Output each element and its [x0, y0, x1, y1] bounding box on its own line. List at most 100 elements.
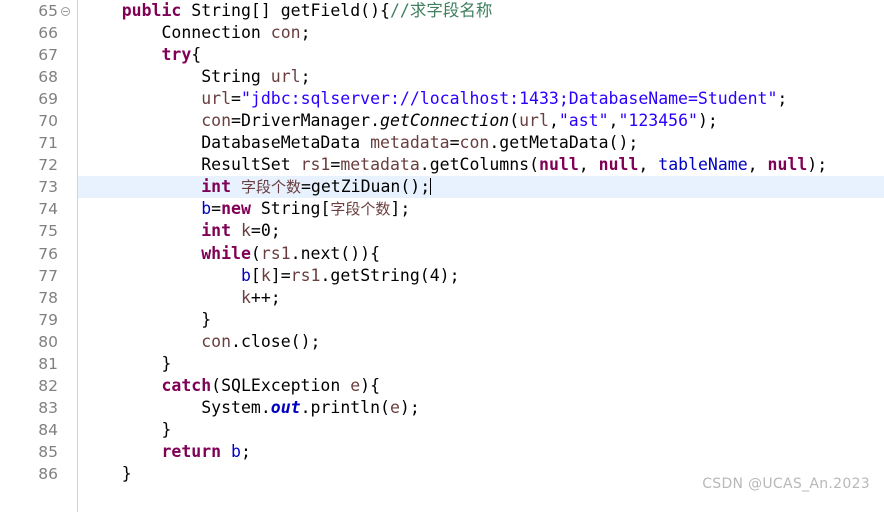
line-number: 85 [38, 442, 58, 461]
code-token: String [201, 67, 271, 87]
code-line[interactable]: return b; [78, 441, 884, 463]
code-line[interactable]: String url; [78, 66, 884, 88]
gutter-line-65[interactable]: 65 [0, 0, 77, 22]
gutter-line-85[interactable]: 85 [0, 441, 77, 463]
code-token: null [767, 155, 808, 175]
code-line[interactable]: while(rs1.next()){ [78, 243, 884, 265]
code-editor[interactable]: 65 66 67 68 69 70 71 72 73 74 75 76 77 78 79 80 81 82 83 84… [0, 0, 884, 512]
code-line[interactable]: public String[] getField(){//求字段名称 [78, 0, 884, 22]
code-token: } [201, 309, 212, 329]
gutter-line-83[interactable]: 83 [0, 397, 77, 419]
code-token: metadata [340, 155, 420, 175]
gutter-line-76[interactable]: 76 [0, 243, 77, 265]
code-line[interactable]: url="jdbc:sqlserver://localhost:1433;Dat… [78, 88, 884, 110]
line-number: 68 [38, 68, 58, 87]
gutter-line-75[interactable]: 75 [0, 220, 77, 242]
code-token: try [161, 45, 192, 65]
code-token: , [548, 111, 559, 131]
code-token: rs1 [290, 265, 321, 285]
gutter-line-69[interactable]: 69 [0, 88, 77, 110]
code-token: public [121, 1, 182, 20]
code-token: ; [300, 23, 311, 43]
gutter-line-74[interactable]: 74 [0, 198, 77, 220]
code-line[interactable]: con=DriverManager.getConnection(url,"ast… [78, 110, 884, 132]
code-line[interactable]: Connection con; [78, 22, 884, 44]
gutter-line-71[interactable]: 71 [0, 132, 77, 154]
code-token: System. [201, 397, 271, 417]
code-token: } [121, 463, 132, 483]
line-number: 74 [38, 200, 58, 219]
code-token: k [260, 265, 271, 285]
code-token: "jdbc:sqlserver://localhost:1433;Databas… [240, 89, 778, 109]
code-line[interactable]: catch(SQLException e){ [78, 375, 884, 397]
code-token: k [240, 287, 251, 307]
code-line[interactable]: } [78, 353, 884, 375]
line-number: 65 [38, 2, 58, 20]
line-number: 77 [38, 266, 58, 285]
code-line[interactable]: DatabaseMetaData metadata=con.getMetaDat… [78, 132, 884, 154]
code-token: rs1 [260, 243, 291, 263]
code-line[interactable]: int k=0; [78, 220, 884, 242]
line-number: 84 [38, 420, 58, 439]
gutter-line-70[interactable]: 70 [0, 110, 77, 132]
code-token: b [231, 441, 241, 461]
code-line[interactable]: } [78, 419, 884, 441]
code-token: = [231, 89, 241, 109]
gutter-line-81[interactable]: 81 [0, 353, 77, 375]
gutter-line-72[interactable]: 72 [0, 154, 77, 176]
code-token: , [638, 155, 659, 175]
code-line[interactable]: b[k]=rs1.getString(4); [78, 265, 884, 287]
code-line[interactable]: try{ [78, 44, 884, 66]
code-line[interactable]: k++; [78, 287, 884, 309]
code-line[interactable]: b=new String[字段个数]; [78, 198, 884, 220]
line-number: 67 [38, 46, 58, 65]
gutter-line-84[interactable]: 84 [0, 419, 77, 441]
line-number: 69 [38, 90, 58, 109]
gutter-line-80[interactable]: 80 [0, 331, 77, 353]
code-token: =getZiDuan(); [300, 177, 431, 197]
code-token: ++; [250, 287, 281, 307]
code-token: .println( [300, 397, 390, 417]
gutter-line-68[interactable]: 68 [0, 66, 77, 88]
code-token: = [449, 133, 460, 153]
gutter-line-66[interactable]: 66 [0, 22, 77, 44]
gutter-line-86[interactable]: 86 [0, 463, 77, 485]
code-line[interactable]: System.out.println(e); [78, 397, 884, 419]
code-line[interactable]: con.close(); [78, 331, 884, 353]
collapse-fold-icon[interactable] [60, 5, 73, 18]
gutter-line-79[interactable]: 79 [0, 309, 77, 331]
code-token: null [539, 155, 579, 175]
gutter-line-67[interactable]: 67 [0, 44, 77, 66]
code-token: con [201, 111, 232, 131]
code-text-area[interactable]: public String[] getField(){//求字段名称 Conne… [78, 0, 884, 512]
code-token: tableName [658, 155, 748, 175]
gutter-line-78[interactable]: 78 [0, 287, 77, 309]
gutter-line-82[interactable]: 82 [0, 375, 77, 397]
gutter-line-73[interactable]: 73 [0, 176, 77, 198]
code-line-current[interactable]: int 字段个数=getZiDuan(); [78, 176, 884, 199]
csdn-watermark: CSDN @UCAS_An.2023 [702, 476, 870, 492]
line-number-gutter[interactable]: 65 66 67 68 69 70 71 72 73 74 75 76 77 78 79 80 81 82 83 84… [0, 0, 78, 512]
gutter-line-77[interactable]: 77 [0, 265, 77, 287]
code-token: null [598, 155, 639, 175]
code-line[interactable]: } [78, 309, 884, 331]
code-token: k [240, 221, 251, 241]
code-line[interactable]: ResultSet rs1=metadata.getColumns(null, … [78, 154, 884, 176]
